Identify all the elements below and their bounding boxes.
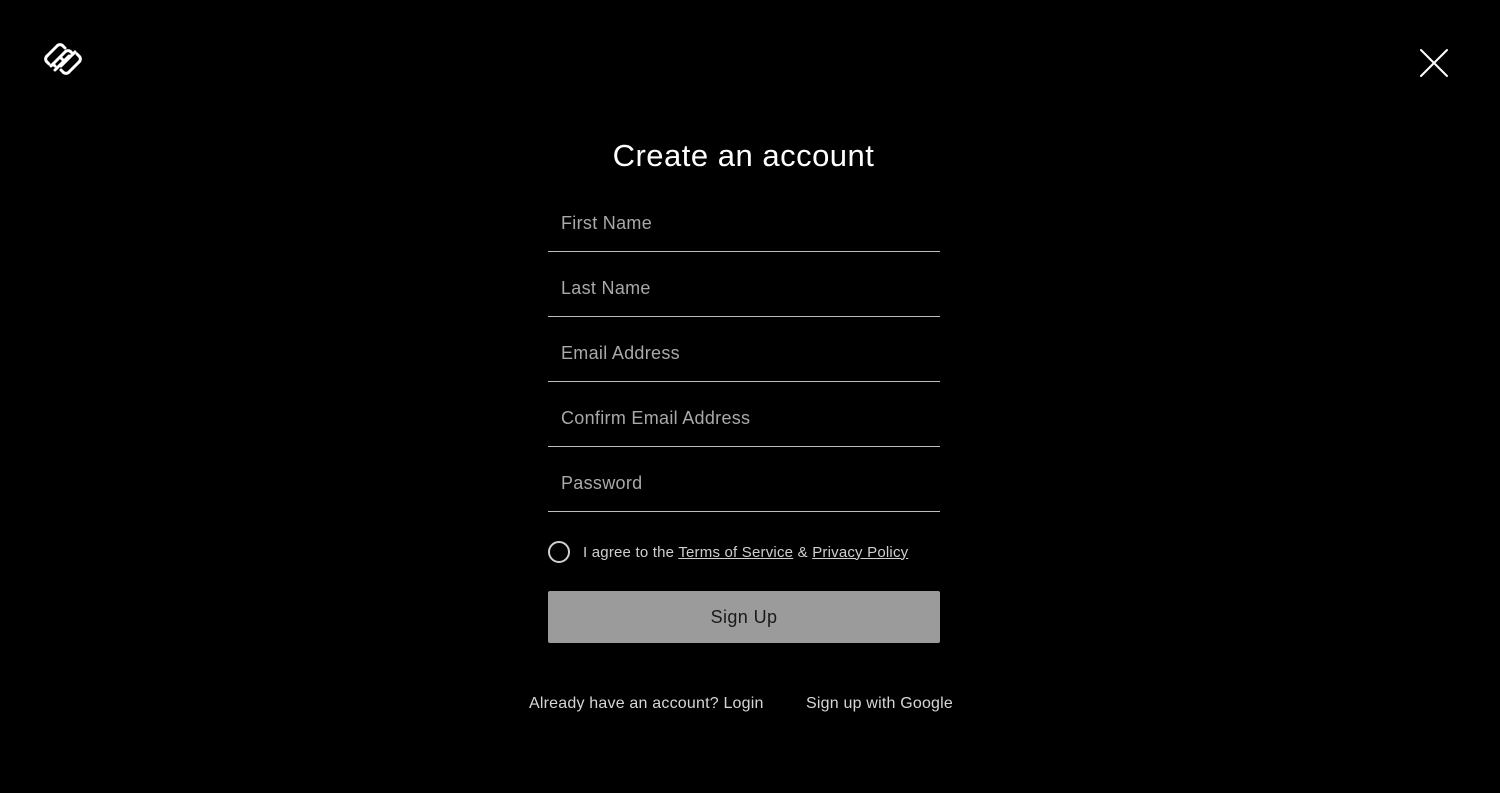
first-name-field-wrapper bbox=[548, 196, 940, 252]
email-field-wrapper bbox=[548, 326, 940, 382]
page-title: Create an account bbox=[612, 138, 875, 173]
agree-prefix: I agree to the bbox=[583, 543, 675, 561]
last-name-field-wrapper bbox=[548, 261, 940, 317]
close-icon[interactable] bbox=[1418, 47, 1450, 79]
last-name-input[interactable] bbox=[548, 261, 940, 316]
terms-of-service-link[interactable]: Terms of Service bbox=[678, 544, 793, 561]
password-input[interactable] bbox=[548, 456, 940, 511]
agree-checkbox[interactable] bbox=[548, 541, 570, 563]
confirm-email-field-wrapper bbox=[548, 391, 940, 447]
terms-agreement-row: I agree to the Terms of Service & Privac… bbox=[548, 537, 908, 567]
agree-text: I agree to the Terms of Service & Privac… bbox=[583, 544, 908, 561]
signup-page: Create an account I agree to the Terms o… bbox=[0, 0, 1500, 793]
confirm-email-input[interactable] bbox=[548, 391, 940, 446]
google-signup-link[interactable]: Sign up with Google bbox=[806, 695, 953, 713]
sign-up-button[interactable]: Sign Up bbox=[548, 591, 940, 643]
agree-connector: & bbox=[797, 543, 808, 561]
login-link[interactable]: Already have an account? Login bbox=[529, 695, 764, 713]
email-input[interactable] bbox=[548, 326, 940, 381]
password-field-wrapper bbox=[548, 456, 940, 512]
first-name-input[interactable] bbox=[548, 196, 940, 251]
squarespace-logo-icon[interactable] bbox=[44, 42, 82, 76]
privacy-policy-link[interactable]: Privacy Policy bbox=[812, 544, 908, 561]
